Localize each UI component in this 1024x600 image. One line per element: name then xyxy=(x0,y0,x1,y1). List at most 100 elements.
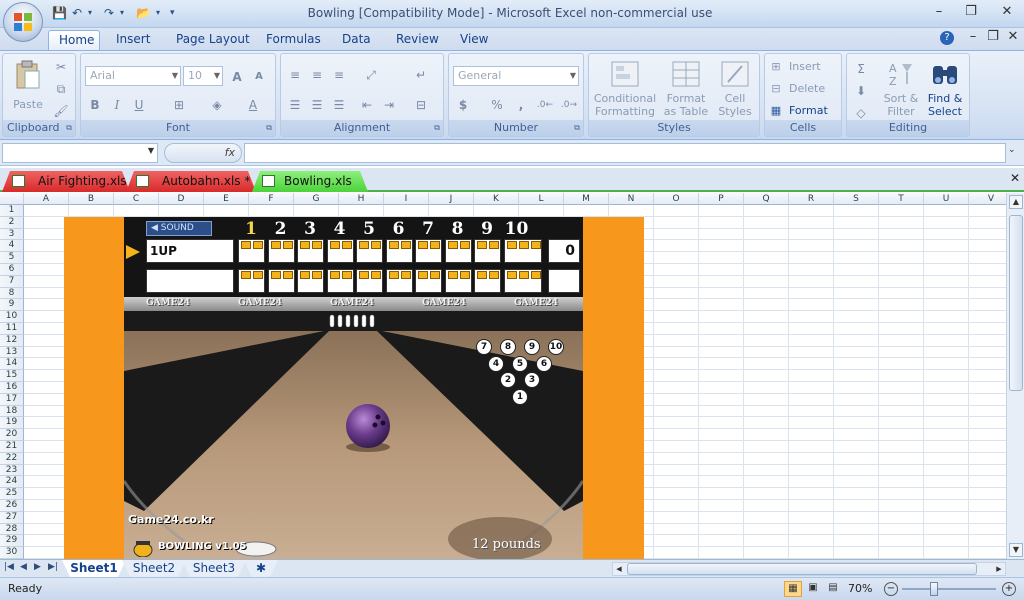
column-header[interactable]: V xyxy=(969,193,1006,205)
vertical-scrollbar[interactable]: ▲ ▼ xyxy=(1006,193,1024,559)
increase-decimal-icon[interactable]: .0← xyxy=(535,94,555,114)
find-select-button[interactable]: Find & Select xyxy=(923,58,967,120)
format-painter-icon[interactable]: 🖌 xyxy=(51,100,71,120)
zoom-in-icon[interactable]: + xyxy=(1002,582,1016,596)
page-layout-view-icon[interactable]: ▣ xyxy=(804,581,822,597)
scroll-down-icon[interactable]: ▼ xyxy=(1009,543,1023,557)
bowling-game[interactable]: ◀ SOUND 1 2 3 4 5 6 7 8 9 10 1UP 0 GAME24 GAME24 GA… xyxy=(124,217,583,559)
row-header[interactable]: 5 xyxy=(0,252,24,264)
name-box[interactable]: ▼ xyxy=(2,143,158,163)
column-header[interactable]: A xyxy=(24,193,69,205)
increase-indent-icon[interactable]: ⇥ xyxy=(379,94,399,114)
delete-cells-button[interactable]: ⊟ Delete xyxy=(769,80,839,98)
conditional-formatting-button[interactable]: Conditional Formatting xyxy=(591,58,659,120)
ribbon-close-button[interactable]: ✕ xyxy=(1002,28,1024,46)
tab-view[interactable]: View xyxy=(450,30,498,50)
sheet-tab-sheet1[interactable]: Sheet1 xyxy=(62,560,126,577)
autosum-icon[interactable]: Σ xyxy=(851,58,871,78)
scroll-right-icon[interactable]: ▶ xyxy=(993,563,1005,575)
insert-sheet-icon[interactable]: ✱ xyxy=(244,560,278,577)
merge-center-icon[interactable]: ⊟ xyxy=(411,94,431,114)
minimize-button[interactable]: – xyxy=(928,3,950,21)
zoom-slider[interactable] xyxy=(902,588,996,590)
column-header[interactable]: B xyxy=(69,193,114,205)
row-header[interactable]: 27 xyxy=(0,511,24,524)
open-folder-icon[interactable]: 📂 xyxy=(136,5,151,21)
select-all-corner[interactable] xyxy=(0,193,24,205)
cell-styles-button[interactable]: Cell Styles xyxy=(713,58,757,120)
row-header[interactable]: 16 xyxy=(0,382,24,394)
underline-button[interactable]: U xyxy=(129,94,149,114)
fill-icon[interactable]: ⬇ xyxy=(851,80,871,100)
zoom-level[interactable]: 70% xyxy=(848,582,872,595)
font-size-combo[interactable]: 10 ▼ xyxy=(183,66,223,86)
font-dialog-launcher[interactable]: ⧉ xyxy=(266,123,272,133)
number-format-combo[interactable]: General ▼ xyxy=(453,66,579,86)
expand-formula-bar-icon[interactable]: ⌄ xyxy=(1008,145,1016,155)
format-cells-button[interactable]: ▦ Format xyxy=(769,102,839,120)
column-header[interactable]: I xyxy=(384,193,429,205)
redo-icon[interactable]: ↷ xyxy=(104,5,114,21)
formula-input[interactable] xyxy=(244,143,1006,163)
row-header[interactable]: 12 xyxy=(0,334,24,347)
undo-icon[interactable]: ↶ xyxy=(72,5,82,21)
page-break-view-icon[interactable]: ▤ xyxy=(824,581,842,597)
customize-qat-icon[interactable]: ▾ xyxy=(170,5,175,21)
column-header[interactable]: D xyxy=(159,193,204,205)
column-header[interactable]: H xyxy=(339,193,384,205)
row-header[interactable]: 7 xyxy=(0,275,24,288)
column-header[interactable]: C xyxy=(114,193,159,205)
close-button[interactable]: ✕ xyxy=(996,3,1018,21)
open-dropdown-icon[interactable]: ▾ xyxy=(156,5,160,21)
comma-button[interactable]: , xyxy=(511,94,531,114)
row-header[interactable]: 4 xyxy=(0,240,24,253)
align-top-icon[interactable]: ≡ xyxy=(285,64,305,84)
column-header[interactable]: L xyxy=(519,193,564,205)
column-header[interactable]: Q xyxy=(744,193,789,205)
tab-review[interactable]: Review xyxy=(386,30,449,50)
column-header[interactable]: K xyxy=(474,193,519,205)
decrease-decimal-icon[interactable]: .0→ xyxy=(559,94,579,114)
borders-icon[interactable]: ⊞ xyxy=(169,94,189,114)
row-header[interactable]: 20 xyxy=(0,429,24,441)
office-button[interactable] xyxy=(3,2,43,42)
column-header[interactable]: T xyxy=(879,193,924,205)
zoom-slider-thumb[interactable] xyxy=(930,582,938,596)
format-as-table-button[interactable]: Format as Table xyxy=(661,58,711,120)
insert-cells-button[interactable]: ⊞ Insert xyxy=(769,58,839,76)
last-sheet-icon[interactable]: ▶| xyxy=(48,562,58,572)
tab-page-layout[interactable]: Page Layout xyxy=(166,30,260,50)
row-header[interactable]: 25 xyxy=(0,488,24,500)
row-header[interactable]: 14 xyxy=(0,358,24,371)
row-header[interactable]: 30 xyxy=(0,547,24,559)
ribbon-minimize-button[interactable]: – xyxy=(962,28,984,46)
column-header[interactable]: U xyxy=(924,193,969,205)
row-header[interactable]: 18 xyxy=(0,405,24,418)
number-dialog-launcher[interactable]: ⧉ xyxy=(574,123,580,133)
name-box-dropdown-icon[interactable]: ▼ xyxy=(148,146,154,155)
clear-icon[interactable]: ◇ xyxy=(851,102,871,122)
align-bottom-icon[interactable]: ≡ xyxy=(329,64,349,84)
column-header[interactable]: E xyxy=(204,193,249,205)
horizontal-scroll-thumb[interactable] xyxy=(627,563,977,575)
decrease-indent-icon[interactable]: ⇤ xyxy=(357,94,377,114)
workbook-tab-autobahn[interactable]: Autobahn.xls * xyxy=(126,171,256,192)
column-header[interactable]: O xyxy=(654,193,699,205)
row-header[interactable]: 8 xyxy=(0,287,24,300)
column-header[interactable]: J xyxy=(429,193,474,205)
column-header[interactable]: N xyxy=(609,193,654,205)
close-workbook-icon[interactable]: ✕ xyxy=(1010,171,1020,185)
workbook-tab-bowling[interactable]: Bowling.xls xyxy=(252,171,368,192)
scroll-left-icon[interactable]: ◀ xyxy=(613,563,625,575)
align-left-icon[interactable]: ☰ xyxy=(285,94,305,114)
restore-button[interactable]: ❐ xyxy=(960,3,982,21)
row-header[interactable]: 2 xyxy=(0,216,24,229)
column-header[interactable]: F xyxy=(249,193,294,205)
font-color-icon[interactable]: A xyxy=(243,94,263,114)
insert-function-button[interactable]: fx xyxy=(164,143,242,163)
row-header[interactable]: 1 xyxy=(0,205,24,217)
bold-button[interactable]: B xyxy=(85,94,105,114)
undo-dropdown-icon[interactable]: ▾ xyxy=(88,5,92,21)
first-sheet-icon[interactable]: |◀ xyxy=(4,562,14,572)
row-header[interactable]: 24 xyxy=(0,476,24,489)
